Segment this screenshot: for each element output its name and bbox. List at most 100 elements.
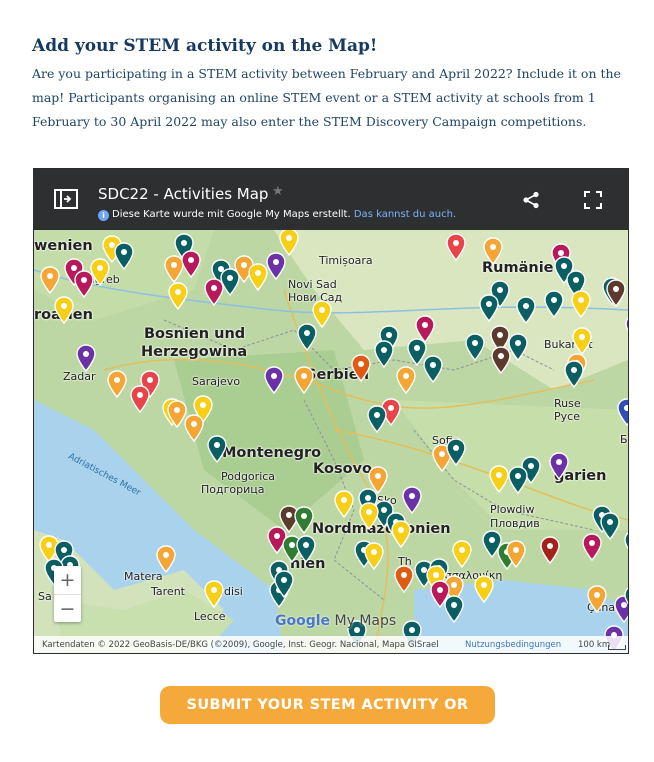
share-icon[interactable] [522, 191, 540, 209]
map-info-text: Diese Karte wurde mit Google My Maps ers… [112, 209, 351, 220]
map-pin-icon[interactable] [266, 252, 286, 280]
label-slovenia: wenien [34, 238, 93, 254]
map-pin-icon[interactable] [74, 270, 94, 298]
map-pin-icon[interactable] [582, 533, 602, 561]
map-pin-icon[interactable] [248, 263, 268, 291]
map-pin-icon[interactable] [130, 385, 150, 413]
label-bulg-abbr: Б [620, 433, 628, 446]
label-bosnia-2: Herzegowina [141, 344, 248, 360]
map-pin-icon[interactable] [452, 540, 472, 568]
map-pin-icon[interactable] [516, 296, 536, 324]
map-pin-icon[interactable] [571, 290, 591, 318]
map-pin-icon[interactable] [367, 405, 387, 433]
map-pin-icon[interactable] [297, 323, 317, 351]
map-pin-icon[interactable] [107, 370, 127, 398]
map-pin-icon[interactable] [204, 278, 224, 306]
map-pin-icon[interactable] [168, 282, 188, 310]
map-pin-icon[interactable] [204, 580, 224, 608]
scale-bar [608, 645, 626, 650]
map-pin-icon[interactable] [296, 535, 316, 563]
map-pin-icon[interactable] [600, 512, 620, 540]
map-pin-icon[interactable] [587, 585, 607, 613]
map-pin-icon[interactable] [114, 242, 134, 270]
label-podgorica-cyr: Подгорица [201, 483, 265, 496]
my-maps-wordmark: My Maps [334, 613, 397, 629]
map-pin-icon[interactable] [446, 233, 466, 261]
google-wordmark: Google [275, 613, 331, 629]
map-pin-icon[interactable] [264, 366, 284, 394]
star-icon[interactable]: ★ [272, 184, 284, 199]
map-pin-icon[interactable] [540, 536, 560, 564]
map-pin-icon[interactable] [334, 490, 354, 518]
map-pin-icon[interactable] [351, 354, 371, 382]
map-pin-icon[interactable] [423, 355, 443, 383]
map-pin-icon[interactable] [294, 506, 314, 534]
map-pin-icon[interactable] [564, 360, 584, 388]
map-pin-icon[interactable] [617, 398, 629, 426]
zoom-control: + − [54, 566, 81, 622]
zoom-in-button[interactable]: + [54, 566, 81, 595]
sidebar-toggle-icon[interactable] [54, 189, 78, 209]
map-pin-icon[interactable] [572, 327, 592, 355]
label-kosovo: Kosovo [313, 461, 372, 477]
map-pin-icon[interactable] [606, 279, 626, 307]
map-pin-icon[interactable] [479, 294, 499, 322]
map-pin-icon[interactable] [181, 250, 201, 278]
zoom-out-button[interactable]: − [54, 595, 81, 623]
intro-text: Are you participating in a STEM activity… [32, 66, 621, 129]
map-pin-icon[interactable] [207, 435, 227, 463]
label-ruse-cyr: Русе [554, 410, 580, 423]
my-maps-link[interactable]: Das kannst du auch. [354, 209, 456, 220]
section-heading: Add your STEM activity on the Map! [32, 36, 378, 56]
label-sarajevo: Sarajevo [192, 375, 241, 388]
map-pin-icon[interactable] [40, 266, 60, 294]
label-bosnia-1: Bosnien und [144, 326, 246, 342]
map-pin-icon[interactable] [624, 585, 629, 613]
map-pin-icon[interactable] [549, 452, 569, 480]
google-my-maps-logo: Google My Maps [275, 613, 396, 629]
map-footer: Kartendaten © 2022 GeoBasis-DE/BKG (©200… [34, 636, 628, 653]
map-pin-icon[interactable] [76, 344, 96, 372]
terms-link[interactable]: Nutzungsbedingungen [465, 640, 561, 650]
map-pin-icon[interactable] [508, 466, 528, 494]
map-info-line: i Diese Karte wurde mit Google My Maps er… [98, 209, 456, 221]
label-ruse: Ruse [554, 397, 581, 410]
map-header: SDC22 - Activities Map ★ i Diese Karte wu… [34, 169, 628, 230]
label-sa: Sa [38, 590, 52, 603]
map-pin-icon[interactable] [294, 366, 314, 394]
label-lecce: Lecce [194, 610, 226, 623]
map-pin-icon[interactable] [156, 545, 176, 573]
map-pin-icon[interactable] [394, 565, 414, 593]
map-pin-icon[interactable] [483, 237, 503, 265]
map-pin-icon[interactable] [508, 333, 528, 361]
map-pin-icon[interactable] [54, 296, 74, 324]
map-pin-icon[interactable] [474, 575, 494, 603]
map-pin-icon[interactable] [402, 486, 422, 514]
label-podgorica: Podgorica [221, 470, 276, 483]
scale-label: 100 km [578, 640, 611, 650]
label-montenegro: Montenegro [222, 445, 322, 461]
map-pin-icon[interactable] [465, 333, 485, 361]
map-pin-icon[interactable] [489, 465, 509, 493]
map-pin-icon[interactable] [544, 290, 564, 318]
map-pin-icon[interactable] [359, 502, 379, 530]
label-plovdiv-cyr: Пловдив [490, 517, 540, 530]
map-pin-icon[interactable] [364, 542, 384, 570]
map-canvas[interactable]: wenien agreb roatien Timișoara Novi Sad … [34, 228, 629, 653]
map-pin-icon[interactable] [391, 520, 411, 548]
info-icon: i [98, 210, 109, 221]
map-pin-icon[interactable] [506, 540, 526, 568]
label-plovdiv: Plowdiw [490, 503, 535, 516]
map-pin-icon[interactable] [624, 530, 629, 558]
map-pin-icon[interactable] [184, 414, 204, 442]
map-pin-icon[interactable] [446, 438, 466, 466]
map-pin-icon[interactable] [444, 595, 464, 623]
map-pin-icon[interactable] [274, 570, 294, 598]
fullscreen-icon[interactable] [584, 191, 602, 209]
submit-activity-button[interactable]: SUBMIT YOUR STEM ACTIVITY OR EVENT [160, 686, 495, 751]
map-attribution: Kartendaten © 2022 GeoBasis-DE/BKG (©200… [42, 640, 439, 650]
embedded-map[interactable]: SDC22 - Activities Map ★ i Diese Karte wu… [33, 168, 629, 654]
map-pin-icon[interactable] [625, 314, 629, 342]
map-pin-icon[interactable] [374, 340, 394, 368]
map-pin-icon[interactable] [396, 366, 416, 394]
